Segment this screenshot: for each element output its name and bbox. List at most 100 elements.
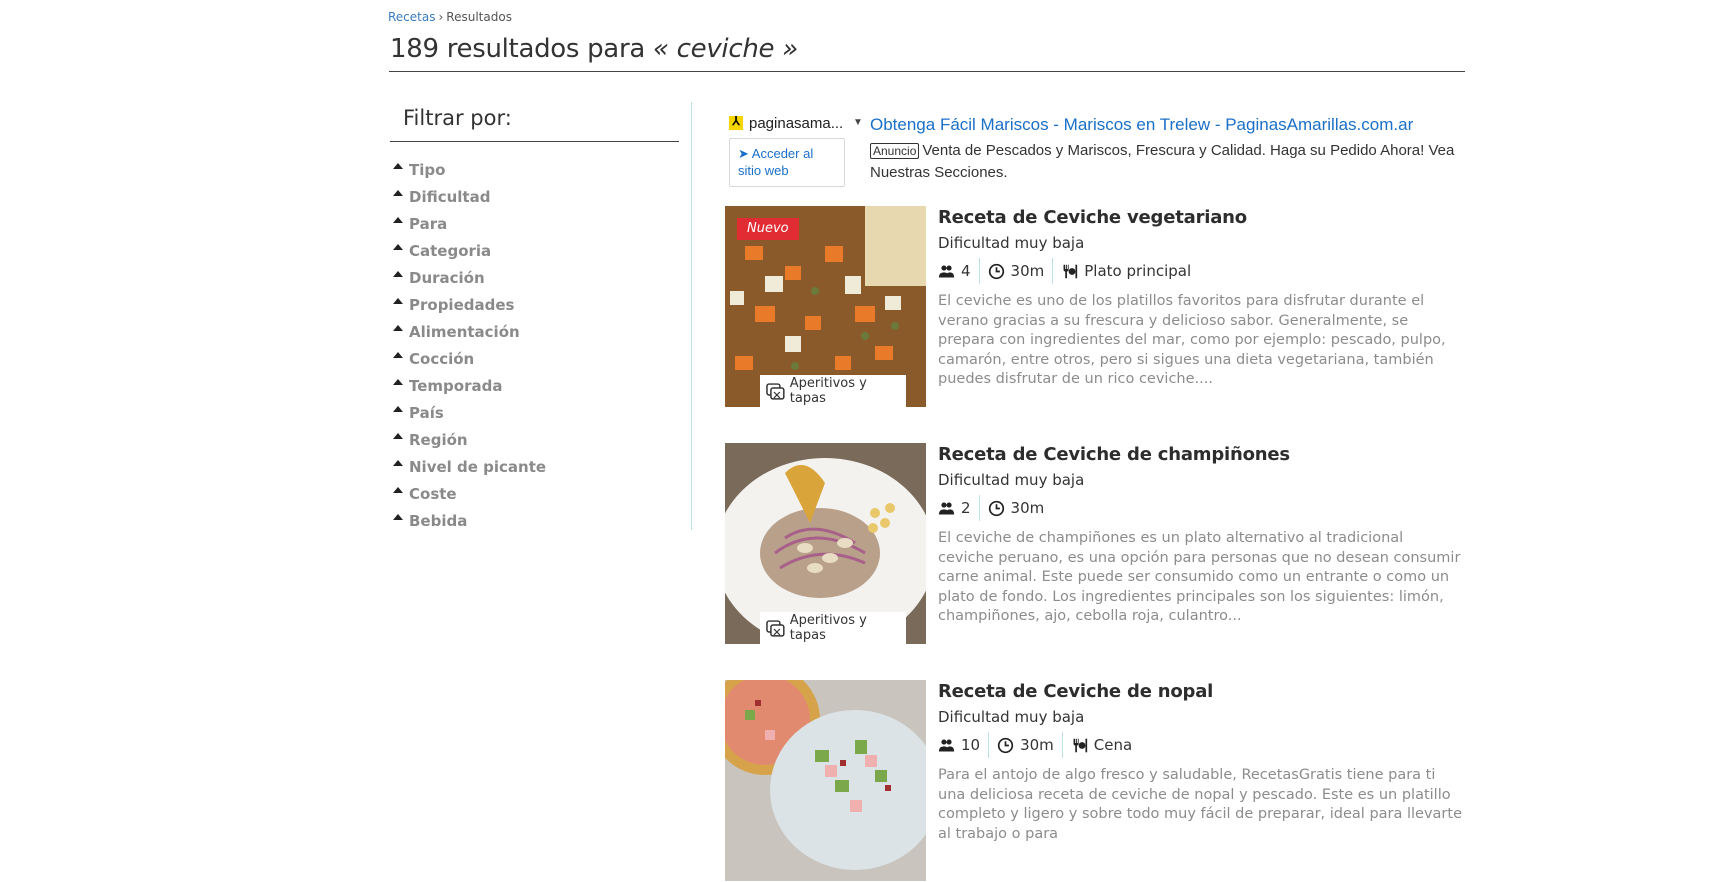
title-divider	[389, 71, 1465, 72]
filter-coccion[interactable]: Cocción	[390, 345, 680, 372]
filter-list: Tipo Dificultad Para Categoria Duración …	[390, 156, 680, 534]
recipe-card[interactable]: Nuevo Aperitivos y tapas Receta de Cevic…	[725, 206, 1470, 408]
filter-label: Para	[409, 214, 448, 233]
filter-tipo[interactable]: Tipo	[390, 156, 680, 183]
cutlery-icon	[1063, 264, 1078, 278]
ad-block: ⅄ paginasama... ▼ ➤ Acceder al sitio web…	[727, 112, 1472, 192]
recipe-image[interactable]	[725, 680, 926, 881]
page-title: 189 resultados para « ceviche »	[390, 34, 798, 64]
recipe-meta: 4 30m Plato principal	[938, 258, 1199, 284]
filter-title: Filtrar por:	[403, 106, 512, 130]
sidebar-divider	[691, 102, 692, 530]
filter-dificultad[interactable]: Dificultad	[390, 183, 680, 210]
triangle-up-icon	[393, 351, 403, 358]
filter-label: Nivel de picante	[409, 457, 547, 476]
filter-coste[interactable]: Coste	[390, 480, 680, 507]
ad-badge: Anuncio	[870, 143, 920, 159]
clock-icon	[988, 263, 1004, 279]
filter-label: Región	[409, 430, 468, 449]
ad-description-text: Venta de Pescados y Mariscos, Frescura y…	[870, 142, 1455, 181]
appetizer-icon	[766, 383, 785, 400]
recipe-card[interactable]: Receta de Ceviche de nopal Dificultad mu…	[725, 680, 1470, 882]
filter-label: Categoria	[409, 241, 492, 260]
breadcrumb: Recetas › Resultados	[388, 10, 512, 24]
filter-label: Propiedades	[409, 295, 515, 314]
results-count-text: 189 resultados para	[390, 34, 645, 64]
triangle-up-icon	[393, 270, 403, 277]
course: Cena	[1061, 732, 1140, 758]
filter-label: Cocción	[409, 349, 475, 368]
course: Plato principal	[1052, 258, 1199, 284]
triangle-up-icon	[393, 324, 403, 331]
filter-duracion[interactable]: Duración	[390, 264, 680, 291]
recipe-meta: 10 30m Cena	[938, 732, 1140, 758]
filter-label: Alimentación	[409, 322, 520, 341]
filter-alimentacion[interactable]: Alimentación	[390, 318, 680, 345]
ad-headline-link[interactable]: Obtenga Fácil Mariscos - Mariscos en Tre…	[870, 115, 1413, 135]
recipe-description: El ceviche es uno de los platillos favor…	[938, 293, 1446, 387]
caret-down-icon[interactable]: ▼	[853, 117, 863, 128]
filter-propiedades[interactable]: Propiedades	[390, 291, 680, 318]
recipe-description: Para el antojo de algo fresco y saludabl…	[938, 767, 1463, 842]
duration: 30m	[988, 732, 1062, 758]
filter-label: Temporada	[409, 376, 503, 395]
servings: 4	[938, 258, 979, 284]
course-value: Plato principal	[1084, 262, 1192, 280]
duration: 30m	[978, 258, 1053, 284]
recipe-card[interactable]: Aperitivos y tapas Receta de Ceviche de …	[725, 443, 1470, 645]
filter-bebida[interactable]: Bebida	[390, 507, 680, 534]
triangle-up-icon	[393, 189, 403, 196]
servings: 2	[938, 495, 979, 521]
servings-value: 10	[961, 736, 981, 754]
servings-value: 4	[961, 262, 971, 280]
filter-label: Bebida	[409, 511, 468, 530]
filter-label: Tipo	[409, 160, 446, 179]
filter-temporada[interactable]: Temporada	[390, 372, 680, 399]
servings-value: 2	[961, 499, 971, 517]
category-pill[interactable]: Aperitivos y tapas	[760, 375, 906, 407]
breadcrumb-separator: ›	[438, 10, 444, 24]
duration: 30m	[978, 495, 1053, 521]
filter-categoria[interactable]: Categoria	[390, 237, 680, 264]
recipe-description: El ceviche de champiñones es un plato al…	[938, 530, 1461, 624]
recipe-title[interactable]: Receta de Ceviche de champiñones	[938, 444, 1290, 465]
breadcrumb-current: Resultados	[446, 10, 512, 24]
people-icon	[938, 502, 955, 514]
triangle-up-icon	[393, 513, 403, 520]
duration-value: 30m	[1010, 262, 1045, 280]
category-pill[interactable]: Aperitivos y tapas	[760, 612, 906, 644]
recipe-title[interactable]: Receta de Ceviche de nopal	[938, 681, 1213, 702]
recipe-difficulty: Dificultad muy baja	[938, 471, 1085, 489]
visit-website-button[interactable]: ➤ Acceder al sitio web	[729, 138, 845, 187]
people-icon	[938, 265, 955, 277]
filter-divider	[390, 141, 679, 142]
filter-nivel-de-picante[interactable]: Nivel de picante	[390, 453, 680, 480]
filter-pais[interactable]: País	[390, 399, 680, 426]
triangle-up-icon	[393, 297, 403, 304]
recipe-title[interactable]: Receta de Ceviche vegetariano	[938, 207, 1247, 228]
triangle-up-icon	[393, 216, 403, 223]
filter-label: Coste	[409, 484, 457, 503]
servings: 10	[938, 732, 988, 758]
ad-source[interactable]: paginasama...	[749, 115, 843, 132]
breadcrumb-home-link[interactable]: Recetas	[388, 10, 435, 24]
course-value: Cena	[1093, 736, 1133, 754]
recipe-difficulty: Dificultad muy baja	[938, 708, 1085, 726]
search-query: « ceviche »	[652, 34, 798, 64]
duration-value: 30m	[1020, 736, 1054, 754]
new-badge: Nuevo	[737, 218, 799, 240]
filter-region[interactable]: Región	[390, 426, 680, 453]
triangle-up-icon	[393, 243, 403, 250]
recipe-difficulty: Dificultad muy baja	[938, 234, 1085, 252]
triangle-up-icon	[393, 459, 403, 466]
appetizer-icon	[766, 620, 785, 637]
people-icon	[938, 739, 955, 751]
filter-sidebar: Filtrar por: Tipo Dificultad Para Catego…	[390, 100, 680, 534]
triangle-up-icon	[393, 405, 403, 412]
ad-description: Anuncio Venta de Pescados y Mariscos, Fre…	[870, 140, 1470, 183]
triangle-up-icon	[393, 486, 403, 493]
recipe-image[interactable]: Aperitivos y tapas	[725, 443, 926, 644]
recipe-meta: 2 30m	[938, 495, 1052, 521]
recipe-image[interactable]: Nuevo Aperitivos y tapas	[725, 206, 926, 407]
filter-para[interactable]: Para	[390, 210, 680, 237]
